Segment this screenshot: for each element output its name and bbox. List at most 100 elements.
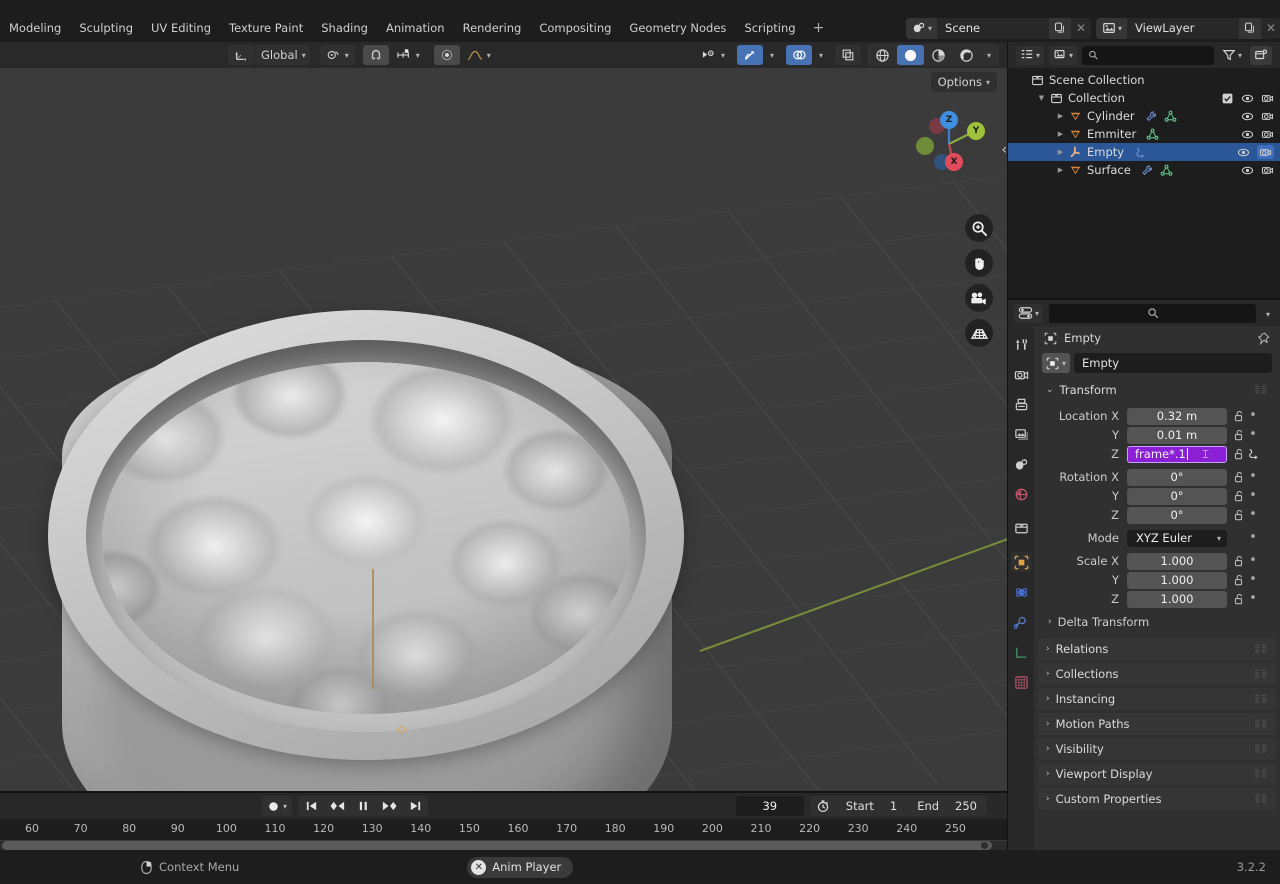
transform-fields[interactable]: Location X 0.32 m • Y 0.01 m • Z frame*.… [1034, 403, 1280, 632]
eye-icon[interactable] [1241, 92, 1254, 105]
location-y-input[interactable]: 0.01 m [1127, 426, 1227, 444]
row-restriction-toggles[interactable] [1237, 145, 1274, 159]
workspace-tab-scripting[interactable]: Scripting [735, 18, 804, 38]
camera-restrict-wrap[interactable] [1261, 164, 1274, 177]
properties-tab-output[interactable] [1011, 394, 1031, 414]
gizmo-dropdown[interactable]: ▾ [764, 45, 780, 65]
wireframe-icon[interactable] [869, 45, 896, 65]
camera-icon[interactable] [1261, 110, 1274, 123]
rotation-x-input[interactable]: 0° [1127, 468, 1227, 486]
properties-tab-physics[interactable] [1011, 582, 1031, 602]
location-x-row[interactable]: Location X 0.32 m • [1034, 407, 1280, 425]
outliner-display-icon[interactable]: ▾ [1016, 45, 1045, 65]
next-keyframe-icon[interactable] [376, 796, 402, 816]
rotation-y-row[interactable]: Y 0° • [1034, 487, 1280, 505]
properties-tab-render[interactable] [1011, 364, 1031, 384]
row-data-icons[interactable] [1134, 146, 1147, 159]
disclosure-closed-icon[interactable]: ▶ [1054, 166, 1067, 174]
panel-motion-paths[interactable]: › Motion Paths ⣿⣿ [1038, 713, 1276, 735]
properties-tab-collection-properties[interactable] [1011, 518, 1031, 538]
animate-property-dot[interactable]: • [1247, 554, 1259, 567]
row-data-icons[interactable] [1141, 164, 1173, 177]
workspace-tab-uv-editing[interactable]: UV Editing [142, 18, 220, 38]
checkbox-icon[interactable] [1221, 92, 1234, 105]
lock-icon[interactable] [1231, 448, 1247, 460]
panel-custom-properties[interactable]: › Custom Properties ⣿⣿ [1038, 788, 1276, 810]
properties-options-dropdown[interactable]: ▾ [1262, 307, 1274, 320]
animate-property-dot[interactable]: • [1247, 409, 1259, 422]
scale-x-input[interactable]: 1.000 [1127, 552, 1227, 570]
gizmo-y-label[interactable]: Y [967, 122, 985, 140]
location-x-input[interactable]: 0.32 m [1127, 407, 1227, 425]
magnet-icon[interactable] [362, 45, 389, 65]
workspace-tab-rendering[interactable]: Rendering [454, 18, 531, 38]
scrollbar-handle[interactable] [981, 842, 988, 849]
workspace-tab-animation[interactable]: Animation [377, 18, 454, 38]
transform-panel-header[interactable]: ⌄ Transform ⣿⣿ [1038, 379, 1276, 401]
camera-icon[interactable] [1259, 146, 1272, 159]
scale-y-input[interactable]: 1.000 [1127, 571, 1227, 589]
location-z-row[interactable]: Z frame*.1 ⌶ [1034, 445, 1280, 463]
workspace-tab-geometry-nodes[interactable]: Geometry Nodes [620, 18, 735, 38]
location-z-driver-input[interactable]: frame*.1 ⌶ [1127, 445, 1227, 463]
pin-icon[interactable] [1257, 332, 1270, 345]
scene-selector[interactable]: ▾ Scene ✕ [906, 17, 1092, 39]
panel-instancing[interactable]: › Instancing ⣿⣿ [1038, 688, 1276, 710]
solid-icon[interactable] [896, 45, 924, 65]
scene-icon[interactable]: ▾ [906, 17, 938, 39]
copy-icon[interactable] [1049, 17, 1072, 39]
eye-icon[interactable] [1237, 146, 1250, 159]
workspace-tab-shading[interactable]: Shading [312, 18, 377, 38]
animate-property-dot[interactable]: • [1247, 592, 1259, 605]
transform-orientation-group[interactable]: Global ▾ [228, 45, 310, 65]
viewlayer-name[interactable]: ViewLayer [1127, 17, 1240, 39]
properties-tab-tool[interactable] [1011, 334, 1031, 354]
disclosure-closed-icon[interactable]: ▶ [1054, 148, 1067, 156]
row-restriction-toggles[interactable] [1241, 128, 1274, 141]
filter-icon[interactable]: ▾ [1219, 46, 1245, 65]
timeline-divider[interactable] [0, 791, 1007, 793]
camera-restrict-wrap[interactable] [1261, 110, 1274, 123]
rotation-z-input[interactable]: 0° [1127, 506, 1227, 524]
properties-tab-scene[interactable] [1011, 454, 1031, 474]
properties-tab-constraints[interactable] [1011, 612, 1031, 632]
rotation-x-row[interactable]: Rotation X 0° • [1034, 468, 1280, 486]
workspace-tab-modeling[interactable]: Modeling [0, 18, 70, 38]
object-data-type-button[interactable]: ▾ [1042, 353, 1071, 373]
job-status-badge[interactable]: ✕ Anim Player [467, 856, 574, 878]
outliner-row-cylinder[interactable]: ▶ Cylinder [1008, 107, 1280, 125]
outliner-editor[interactable]: ▾ ▾ ▾ Scene Collection ▼ Collection ▶ Cylind… [1008, 42, 1280, 298]
animate-property-dot[interactable]: • [1247, 573, 1259, 586]
viewport-canvas[interactable] [0, 42, 1007, 793]
outliner-row-collection[interactable]: ▼ Collection [1008, 89, 1280, 107]
lock-icon[interactable] [1231, 471, 1247, 483]
proportional-icon[interactable] [433, 45, 460, 65]
viewport-nav-tools[interactable] [965, 214, 993, 347]
lock-icon[interactable] [1231, 555, 1247, 567]
pivot-icon[interactable]: ▾ [319, 45, 355, 65]
visibility-group[interactable]: ▾ [695, 45, 731, 65]
scale-z-input[interactable]: 1.000 [1127, 590, 1227, 608]
driver-icon[interactable] [1247, 448, 1259, 460]
camera-restrict-wrap[interactable] [1261, 128, 1274, 141]
row-data-icons[interactable] [1146, 128, 1159, 141]
scale-x-row[interactable]: Scale X 1.000 • [1034, 552, 1280, 570]
viewlayer-close-button[interactable]: ✕ [1261, 17, 1280, 39]
copy-icon[interactable] [1239, 17, 1262, 39]
disclosure-closed-icon[interactable]: ▶ [1054, 112, 1067, 120]
disclosure-open-icon[interactable]: ▼ [1035, 94, 1048, 102]
overlays-group[interactable]: ▾ [785, 45, 829, 65]
rendered-icon[interactable] [953, 45, 980, 65]
properties-tab-column[interactable] [1008, 326, 1034, 850]
panel-relations[interactable]: › Relations ⣿⣿ [1038, 638, 1276, 660]
visibility-icon[interactable]: ▾ [695, 45, 731, 65]
lock-icon[interactable] [1231, 509, 1247, 521]
camera-icon[interactable] [1261, 128, 1274, 141]
jump-end-icon[interactable] [402, 796, 428, 816]
timeline-scrollbar-area[interactable] [0, 840, 1007, 850]
gizmo-group[interactable]: ▾ [736, 45, 780, 65]
workspace-tab-texture-paint[interactable]: Texture Paint [220, 18, 312, 38]
end-frame-input[interactable]: End 250 [907, 796, 987, 816]
scene-close-button[interactable]: ✕ [1071, 17, 1092, 39]
navigation-gizmo[interactable]: Z Y X [909, 104, 989, 184]
